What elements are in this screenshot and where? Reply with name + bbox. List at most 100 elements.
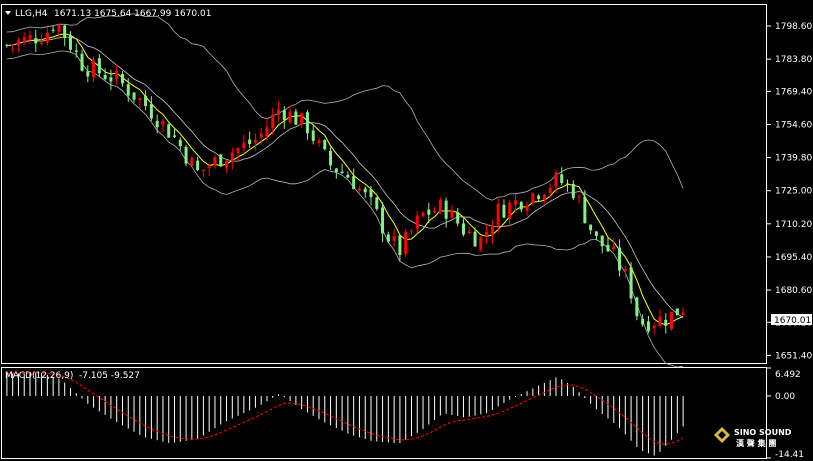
candle-body [456,212,460,224]
candle-body [514,200,517,205]
candle-body [606,244,610,252]
candle-body [618,247,622,271]
candle-body [594,231,598,236]
price-tick-label: 1651.40 [775,351,812,361]
candle-body [271,114,275,128]
candle-body [294,111,298,125]
candle-body [577,196,581,198]
candle-body [22,37,26,43]
candle-body [571,183,575,199]
candle-body [190,157,194,167]
candle-body [589,224,593,231]
candle-body [409,230,413,232]
candle-body [502,204,506,218]
candle-body [213,157,217,166]
candle-body [375,197,379,209]
watermark-sub: 漢 聲 集 團 [736,438,776,448]
price-tick-label: 1710.20 [775,220,812,230]
candle-body [317,140,321,144]
candle-body [230,152,234,162]
trading-chart[interactable]: 1798.60 1783.80 1769.40 1754.60 1739.80 1725.… [0,0,813,461]
candle-body [86,71,90,77]
candle-body [173,135,176,137]
candle-body [542,194,546,201]
candle-body [68,35,72,50]
candle-body [334,168,338,173]
candle-body [415,215,419,229]
candle-body [531,193,535,203]
candle-body [196,160,200,171]
candle-body [132,92,136,100]
price-tick-label: 1798.60 [775,22,812,32]
candle-body [259,133,263,138]
candle-body [51,29,55,31]
bollinger-upper [6,13,684,201]
candle-body [427,209,431,215]
macd-signal-line [6,372,684,445]
candle-body [11,44,15,46]
macd-tick-label: -14.41 [775,450,804,460]
candle-body [115,70,119,79]
candle-body [612,246,616,250]
candle-body [311,130,315,141]
candle-body [386,234,390,242]
dropdown-triangle-icon[interactable] [5,11,11,15]
candle-body [398,235,402,256]
candle-body [600,235,604,247]
candle-body [652,325,656,329]
candle-body [28,35,32,40]
ma-fast-line [6,33,684,326]
candle-body [138,98,142,101]
candle-body [670,311,674,330]
price-tick-label: 1725.00 [775,187,812,197]
candle-body [525,205,529,211]
candle-body [253,140,257,143]
candle-body [40,42,44,44]
candle-body [305,112,309,134]
candle-body [404,231,408,255]
candle-body [92,60,96,78]
price-axis: 1798.60 1783.80 1769.40 1754.60 1739.80 1725.… [767,22,812,361]
candle-body [329,150,333,166]
candle-body [623,269,627,271]
candle-body [519,202,523,210]
macd-tick-label: 0.00 [775,392,795,402]
candle-body [120,74,124,84]
candle-body [34,38,38,44]
candle-body [248,139,252,144]
bollinger-lower [6,50,684,368]
candle-body [149,104,153,119]
sinosound-logo: SINO SOUND 漢 聲 集 團 [714,427,792,448]
candle-body [664,319,668,326]
candle-body [461,223,465,235]
ohlc-values: 1671.13 1675.64 1667.99 1670.01 [54,9,211,19]
candle-body [74,50,78,52]
candle-body [201,169,205,171]
price-tick-label: 1695.40 [775,253,812,263]
candle-body [63,25,67,38]
candle-body [45,32,49,43]
macd-header: MACD(12,26,9) -7.105 -9.527 [5,371,140,381]
price-tick-label: 1754.60 [775,120,812,130]
candle-body [681,312,685,315]
candle-body [282,110,286,121]
candle-body [323,139,327,150]
candle-body [288,111,292,123]
candle-body [155,120,159,128]
candle-body [369,189,373,197]
candle-body [277,109,281,116]
candle-body [242,142,246,149]
candle-body [392,236,396,241]
candle-body [236,148,240,154]
candle-body [566,183,570,185]
candle-body [363,188,367,193]
macd-values: -7.105 -9.527 [79,371,140,381]
candle-body [444,200,448,219]
candle-body [103,75,107,80]
candle-body [346,174,350,178]
candle-body [473,231,477,247]
candle-body [467,231,471,234]
candle-body [421,212,425,217]
candlesticks [5,23,685,335]
symbol-header: LLG,H4 1671.13 1675.64 1667.99 1670.01 [5,9,211,19]
